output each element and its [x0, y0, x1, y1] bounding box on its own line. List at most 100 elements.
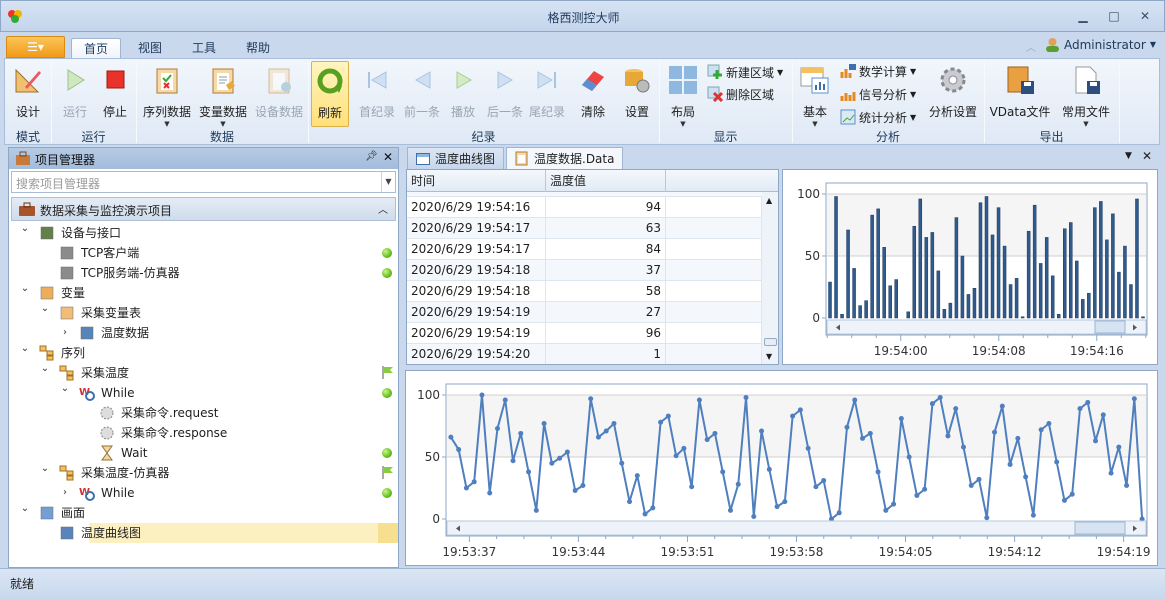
chevron-down-icon[interactable]: ⌄: [39, 299, 51, 319]
tab-help[interactable]: 帮助: [234, 38, 282, 59]
search-project-input[interactable]: 搜索项目管理器 ▼: [11, 171, 396, 193]
refresh-button[interactable]: 刷新: [311, 61, 349, 127]
tree-item[interactable]: › W While: [9, 483, 398, 503]
new-area-button[interactable]: 新建区域 ▼: [707, 62, 783, 82]
tab-list-dropdown-icon[interactable]: ▼: [1125, 151, 1132, 161]
tree-item[interactable]: Wait: [9, 443, 398, 463]
chevron-right-icon[interactable]: ›: [59, 483, 71, 503]
table-scrollbar[interactable]: ▲ ▼: [762, 192, 778, 364]
math-calc-button[interactable]: 数学计算 ▼: [840, 61, 916, 81]
device-data-button[interactable]: 设备数据: [252, 61, 306, 127]
chevron-down-icon[interactable]: ⌄: [39, 359, 51, 379]
app-menu-button[interactable]: ☰▾: [6, 36, 65, 58]
chevron-down-icon[interactable]: ⌄: [19, 219, 31, 239]
cell-temperature: 96: [546, 323, 666, 343]
analysis-settings-button[interactable]: 分析设置: [925, 61, 981, 127]
chevron-down-icon[interactable]: ⌄: [19, 279, 31, 299]
table-row[interactable]: 2020/6/29 19:54:18 37: [407, 260, 762, 281]
layout-button[interactable]: 布局 ▼: [665, 61, 701, 128]
stop-button[interactable]: 停止: [97, 61, 133, 127]
bar: [834, 196, 838, 319]
tree-item[interactable]: ⌄ W While: [9, 383, 398, 403]
refresh-icon: [317, 68, 343, 94]
chart-scrollbar[interactable]: [446, 520, 1147, 536]
tree-item[interactable]: TCP客户端: [9, 243, 398, 263]
column-header-time[interactable]: 时间: [407, 170, 546, 192]
line-chart: 0 50 100 19:53:37 19:53:44 19:53:51 19:53:58 19…: [417, 383, 1151, 559]
statistics-analysis-button[interactable]: 统计分析 ▼: [840, 107, 916, 127]
table-row[interactable]: 2020/6/29 19:54:20 1: [407, 344, 762, 364]
chevron-down-icon[interactable]: ⌄: [19, 499, 31, 519]
search-dropdown-icon[interactable]: ▼: [381, 172, 395, 192]
signal-analysis-button[interactable]: 信号分析 ▼: [840, 84, 916, 104]
table-row[interactable]: 2020/6/29 19:54:16 94: [407, 197, 762, 218]
chevron-down-icon[interactable]: ⌄: [59, 379, 71, 399]
variable-data-button[interactable]: 变量数据 ▼: [196, 61, 250, 128]
tree-item[interactable]: ⌄ 采集温度-仿真器: [9, 463, 398, 483]
run-button[interactable]: 运行: [57, 61, 93, 127]
tree-item[interactable]: ⌄ 变量: [9, 283, 398, 303]
table-row[interactable]: 2020/6/29 19:54:19 96: [407, 323, 762, 344]
tree-item[interactable]: 采集命令.response: [9, 423, 398, 443]
vdata-file-button[interactable]: VData文件: [987, 61, 1053, 127]
data-point: [906, 454, 912, 460]
common-file-button[interactable]: 常用文件 ▼: [1057, 61, 1115, 128]
data-point: [914, 492, 920, 498]
tree-item[interactable]: 温度曲线图: [9, 523, 398, 543]
y-tick-label: 0: [812, 311, 820, 325]
delete-area-button[interactable]: 删除区域: [707, 84, 774, 104]
tab-tools[interactable]: 工具: [180, 38, 228, 59]
data-table-icon: [80, 326, 94, 340]
last-record-button[interactable]: 尾纪录: [527, 61, 567, 127]
tree-item[interactable]: ⌄ 采集变量表: [9, 303, 398, 323]
group-label-export: 导出: [1039, 130, 1064, 144]
pin-icon[interactable]: 📌︎: [365, 151, 378, 162]
settings-button[interactable]: 设置: [618, 61, 656, 127]
tree-item[interactable]: ⌄ 序列: [9, 343, 398, 363]
bar: [1044, 237, 1049, 319]
basic-button[interactable]: 基本 ▼: [797, 61, 833, 128]
collapse-chevron-icon[interactable]: ︿: [378, 201, 388, 216]
table-row[interactable]: 2020/6/29 19:54:17 63: [407, 218, 762, 239]
chart-scroll-thumb[interactable]: [1094, 320, 1126, 334]
x-tick-label: 19:54:16: [1070, 344, 1124, 358]
collapse-ribbon-icon[interactable]: ︿: [1026, 39, 1036, 54]
scroll-down-icon[interactable]: ▼: [766, 352, 772, 361]
chevron-right-icon[interactable]: ›: [59, 323, 71, 343]
next-record-button[interactable]: 后一条: [485, 61, 525, 127]
tree-item[interactable]: ⌄ 画面: [9, 503, 398, 523]
design-button[interactable]: 设计: [9, 61, 47, 127]
minimize-button[interactable]: ▁: [1075, 9, 1091, 23]
chevron-down-icon[interactable]: ⌄: [19, 339, 31, 359]
scroll-up-icon[interactable]: ▲: [766, 196, 772, 205]
close-panel-icon[interactable]: ✕: [383, 150, 393, 164]
table-row[interactable]: 2020/6/29 19:54:17 84: [407, 239, 762, 260]
chevron-down-icon[interactable]: ⌄: [39, 459, 51, 479]
table-row[interactable]: 2020/6/29 19:54:19 27: [407, 302, 762, 323]
bar: [894, 279, 898, 319]
tree-item[interactable]: 采集命令.request: [9, 403, 398, 423]
user-menu[interactable]: Administrator ▼: [1045, 37, 1156, 52]
restore-button[interactable]: □: [1106, 9, 1122, 23]
tree-item[interactable]: TCP服务端-仿真器: [9, 263, 398, 283]
clear-button[interactable]: 清除: [575, 61, 611, 127]
project-group-header[interactable]: 数据采集与监控演示项目 ︿: [11, 197, 396, 221]
scroll-thumb[interactable]: [764, 338, 777, 346]
sequence-data-button[interactable]: 序列数据 ▼: [140, 61, 194, 128]
previous-record-button[interactable]: 前一条: [402, 61, 442, 127]
table-row[interactable]: 2020/6/29 19:54:18 58: [407, 281, 762, 302]
column-header-temperature[interactable]: 温度值: [546, 170, 666, 192]
tree-item[interactable]: › 温度数据: [9, 323, 398, 343]
close-button[interactable]: ✕: [1137, 9, 1153, 23]
tab-temperature-chart[interactable]: 温度曲线图: [407, 147, 505, 169]
tab-view[interactable]: 视图: [126, 38, 174, 59]
tab-temperature-data[interactable]: 温度数据.Data: [506, 147, 624, 169]
tree-item[interactable]: ⌄ 设备与接口: [9, 223, 398, 243]
playback-button[interactable]: 播放: [445, 61, 481, 127]
bar: [1069, 222, 1073, 319]
close-document-icon[interactable]: ✕: [1142, 149, 1152, 163]
tab-home[interactable]: 首页: [71, 38, 122, 59]
tree-item-label: 采集命令.request: [121, 406, 219, 420]
first-record-button[interactable]: 首纪录: [357, 61, 397, 127]
chart-scroll-thumb[interactable]: [1074, 521, 1126, 535]
